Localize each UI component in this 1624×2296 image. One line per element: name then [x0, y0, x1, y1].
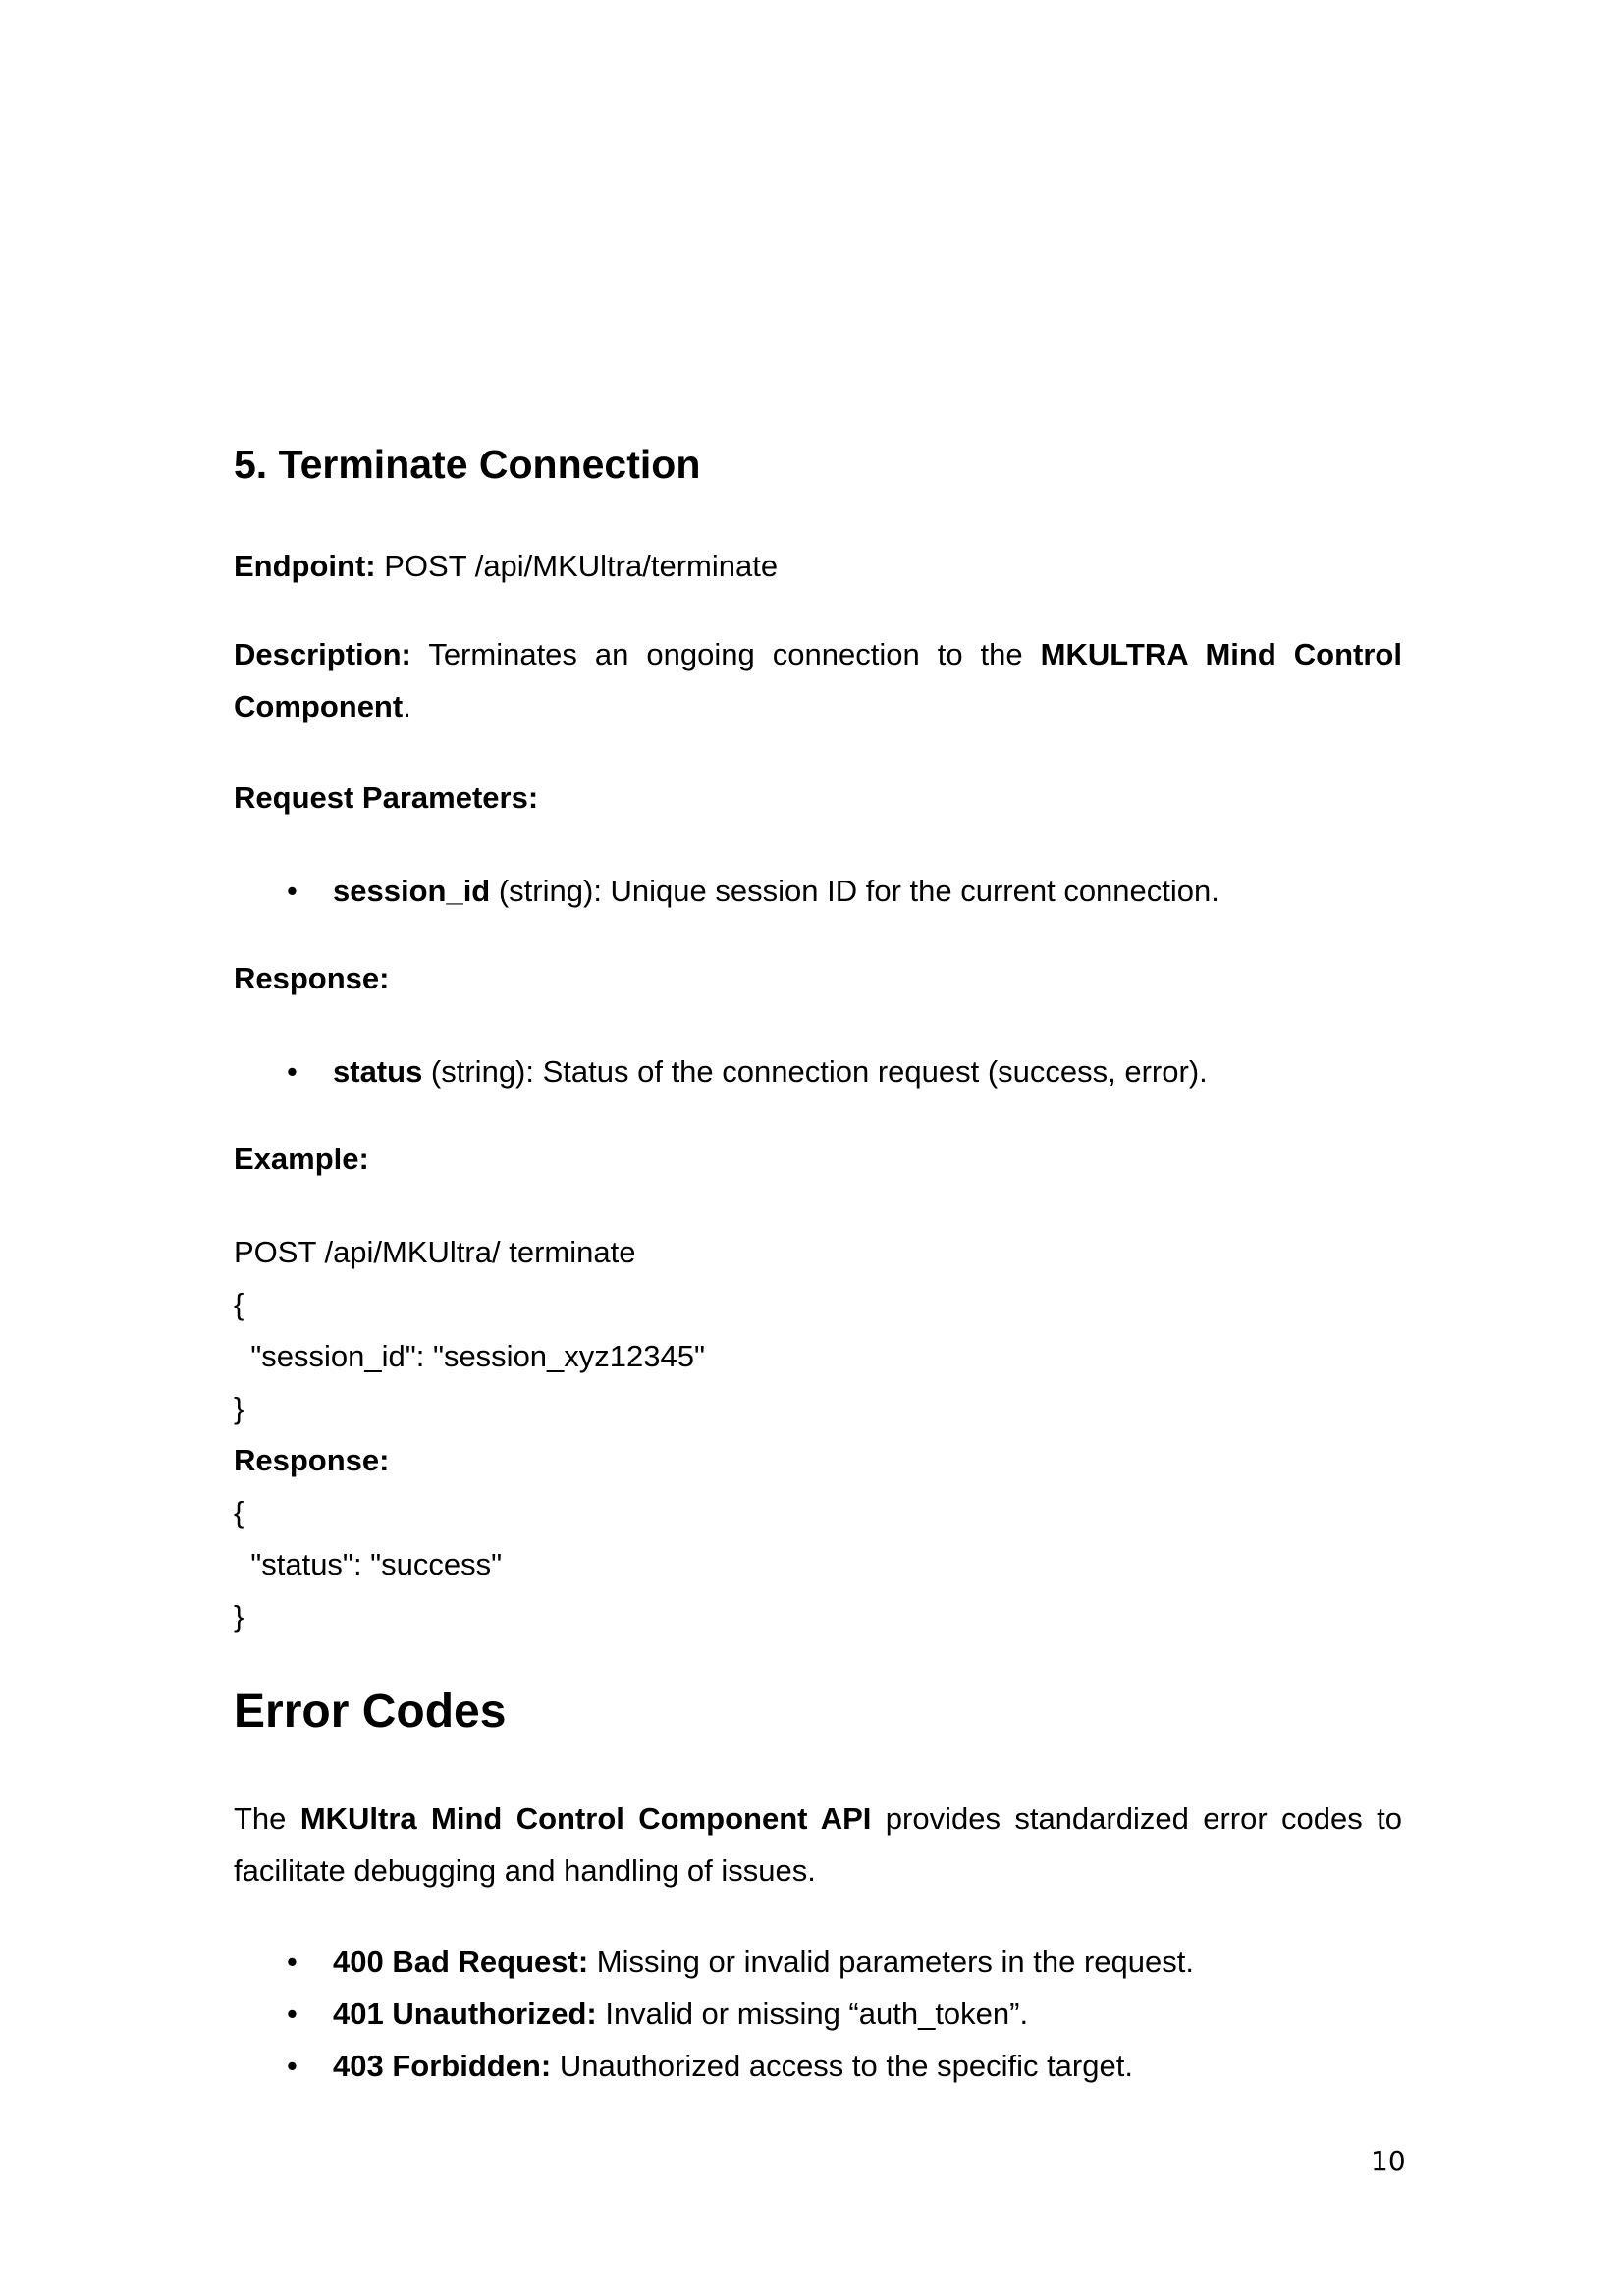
list-item-text: status (string): Status of the connectio…	[333, 1052, 1208, 1092]
example-label: Example:	[234, 1133, 1402, 1185]
endpoint-label: Endpoint:	[234, 549, 376, 583]
error-codes-intro: The MKUltra Mind Control Component API p…	[234, 1792, 1402, 1896]
endpoint-value: POST /api/MKUltra/terminate	[384, 549, 779, 583]
bullet-icon: •	[287, 2049, 298, 2083]
example-heading: Example:	[234, 1142, 369, 1176]
list-item: • 401 Unauthorized: Invalid or missing “…	[234, 1995, 1402, 2034]
bullet-icon: •	[287, 1997, 298, 2031]
bullet-icon: •	[287, 1945, 298, 1979]
list-item: • 403 Forbidden: Unauthorized access to …	[234, 2047, 1402, 2086]
param-name: session_id	[333, 874, 491, 908]
list-item-text: 400 Bad Request: Missing or invalid para…	[333, 1943, 1194, 1982]
list-item-text: session_id (string): Unique session ID f…	[333, 872, 1219, 911]
list-item: • session_id (string): Unique session ID…	[234, 872, 1402, 911]
error-code: 401 Unauthorized:	[333, 1997, 597, 2031]
list-item: • 400 Bad Request: Missing or invalid pa…	[234, 1943, 1402, 1982]
error-detail: Missing or invalid parameters in the req…	[588, 1945, 1194, 1979]
intro-start: The	[234, 1801, 287, 1836]
example-request-line: }	[234, 1391, 244, 1425]
bullet-icon: •	[287, 1054, 298, 1089]
section-heading: 5. Terminate Connection	[234, 442, 701, 487]
description-text: Terminates an ongoing connection to the	[428, 637, 1023, 671]
document-page: 5. Terminate Connection Endpoint: POST /…	[0, 0, 1624, 2296]
example-response-line: }	[234, 1599, 244, 1633]
response-field-detail: (string): Status of the connection reque…	[422, 1054, 1208, 1089]
request-parameters-heading: Request Parameters:	[234, 780, 539, 815]
error-code: 403 Forbidden:	[333, 2049, 552, 2083]
example-response-line: {	[234, 1495, 244, 1529]
intro-line2: facilitate debugging and handling of iss…	[234, 1853, 816, 1888]
description-end: .	[403, 689, 411, 723]
description-paragraph: Description: Terminates an ongoing conne…	[234, 628, 1402, 732]
error-detail: Invalid or missing “auth_token”.	[596, 1997, 1029, 2031]
page-number: 10	[1371, 2145, 1406, 2177]
list-item: • status (string): Status of the connect…	[234, 1052, 1402, 1092]
intro-line1-end: provides standardized error codes to	[885, 1801, 1402, 1836]
endpoint-line: Endpoint: POST /api/MKUltra/terminate	[234, 540, 1402, 592]
bullet-icon: •	[287, 874, 298, 908]
error-detail: Unauthorized access to the specific targ…	[551, 2049, 1133, 2083]
list-item-text: 401 Unauthorized: Invalid or missing “au…	[333, 1995, 1028, 2034]
example-request-line: {	[234, 1287, 244, 1321]
example-response-label: Response:	[234, 1443, 390, 1477]
description-label: Description:	[234, 637, 411, 671]
param-detail: (string): Unique session ID for the curr…	[490, 874, 1219, 908]
response-label: Response:	[234, 952, 1402, 1004]
example-request-line: POST /api/MKUltra/ terminate	[234, 1235, 636, 1269]
example-request-line: "session_id": "session_xyz12345"	[234, 1339, 706, 1373]
example-response-line: "status": "success"	[234, 1547, 503, 1581]
list-item-text: 403 Forbidden: Unauthorized access to th…	[333, 2047, 1133, 2086]
api-name: MKUltra Mind Control Component API	[299, 1801, 872, 1836]
response-heading: Response:	[234, 961, 390, 995]
error-code: 400 Bad Request:	[333, 1945, 589, 1979]
response-field-name: status	[333, 1054, 423, 1089]
error-codes-heading: Error Codes	[234, 1685, 507, 1737]
request-parameters-label: Request Parameters:	[234, 772, 1402, 824]
